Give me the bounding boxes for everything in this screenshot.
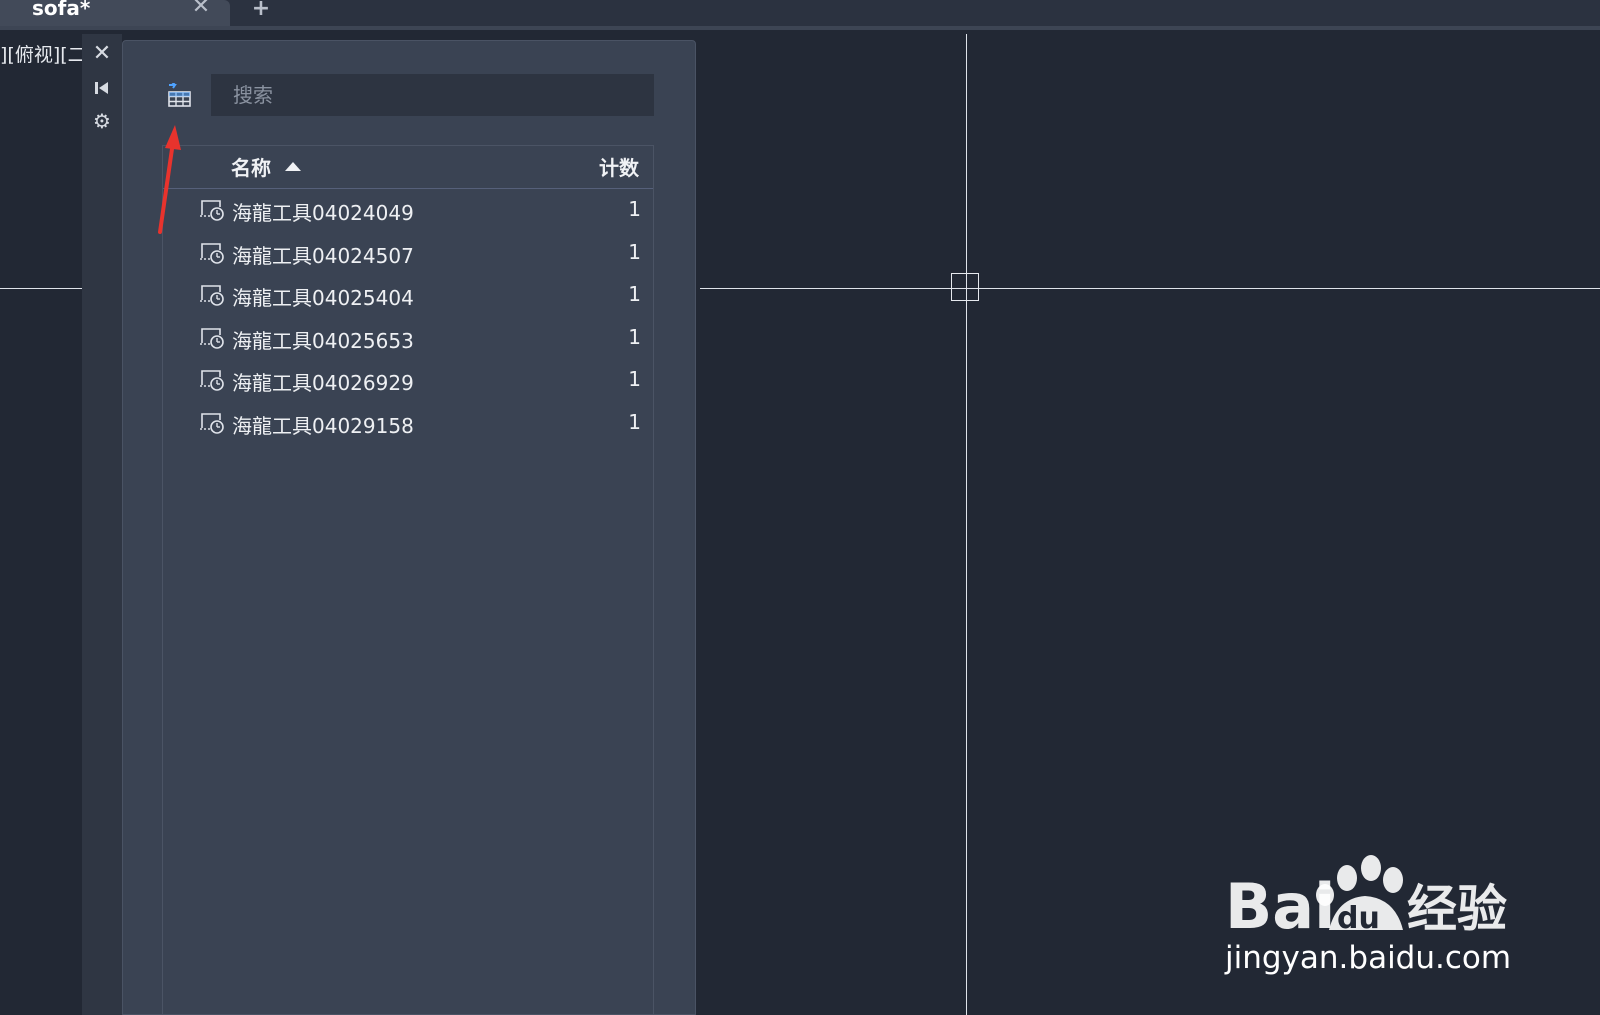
block-count: 1: [628, 409, 641, 434]
block-icon: [200, 242, 224, 264]
tab-bar-divider: [0, 26, 1600, 30]
block-row[interactable]: 海龍工具04025653 1: [163, 317, 653, 360]
crosshair-vertical: [966, 34, 967, 1015]
block-name: 海龍工具04024507: [232, 243, 414, 268]
block-name: 海龍工具04024049: [232, 201, 414, 225]
block-row[interactable]: 海龍工具04024507 1: [163, 232, 653, 275]
block-row[interactable]: 海龍工具04029158 1: [163, 402, 653, 445]
file-tab-sofa[interactable]: sofa* ✕: [0, 0, 230, 27]
viewport-controls-label[interactable]: ][俯视][二: [0, 40, 82, 66]
block-count: 1: [628, 282, 641, 306]
annotation-arrow-icon: [158, 125, 181, 234]
block-icon: [200, 285, 224, 306]
settings-gear-icon[interactable]: ⚙: [90, 109, 114, 133]
block-count: 1: [628, 324, 641, 349]
list-header: 名称 计数: [163, 145, 653, 189]
blocks-palette: 名称 计数 海龍工具040240491海龍工具040245071海龍工具0402…: [122, 40, 696, 1015]
block-search-input[interactable]: [211, 74, 654, 116]
new-tab-button[interactable]: +: [249, 0, 273, 21]
block-count: 1: [628, 239, 641, 264]
insert-block-table-icon[interactable]: [166, 81, 192, 109]
svg-text:经验: 经验: [1407, 880, 1507, 938]
block-name: 海龍工具04026929: [232, 371, 414, 395]
block-count: 1: [628, 367, 641, 391]
block-icon: [200, 327, 224, 349]
block-name: 海龍工具04025404: [232, 286, 414, 310]
column-header-name[interactable]: 名称: [231, 152, 271, 181]
close-tab-icon[interactable]: ✕: [189, 0, 213, 19]
cursor-pickbox: [951, 273, 979, 301]
file-tab-bar: sofa* ✕ +: [0, 0, 1600, 27]
block-count: 1: [628, 197, 641, 221]
column-header-count[interactable]: 计数: [599, 152, 639, 181]
block-icon: [200, 412, 224, 434]
auto-hide-icon[interactable]: [90, 76, 114, 100]
block-row[interactable]: 海龍工具04024049 1: [163, 189, 653, 232]
block-icon: [200, 200, 224, 221]
block-rows: 海龍工具04024049 1 海龍工具04024507 1 海龍工具04025404 1 海…: [163, 189, 653, 444]
svg-text:Bai: Bai: [1225, 870, 1335, 943]
block-row[interactable]: 海龍工具04026929 1: [163, 359, 653, 402]
block-list: 名称 计数 海龍工具04024049 1 海龍工具04024507 1 海龍工具0402…: [162, 145, 654, 1015]
palette-close-icon[interactable]: ✕: [90, 42, 114, 66]
sort-ascending-icon: [285, 162, 301, 171]
palette-title-strip: ✕ ⚙: [82, 34, 122, 1015]
file-tab-title: sofa*: [32, 0, 91, 20]
block-name: 海龍工具04029158: [232, 413, 414, 438]
crosshair-horizontal-left: [0, 288, 82, 289]
block-name: 海龍工具04025653: [232, 328, 414, 353]
svg-text:du: du: [1337, 901, 1380, 936]
block-row[interactable]: 海龍工具04025404 1: [163, 274, 653, 317]
cad-window: sofa* ✕ + ][俯视][二 ✕ ⚙ 搜索 名称 计数 海龍工具04024…: [0, 0, 1600, 1015]
block-icon: [200, 370, 224, 391]
crosshair-horizontal-right: [700, 288, 1600, 289]
watermark-url: jingyan.baidu.com: [1225, 940, 1512, 976]
